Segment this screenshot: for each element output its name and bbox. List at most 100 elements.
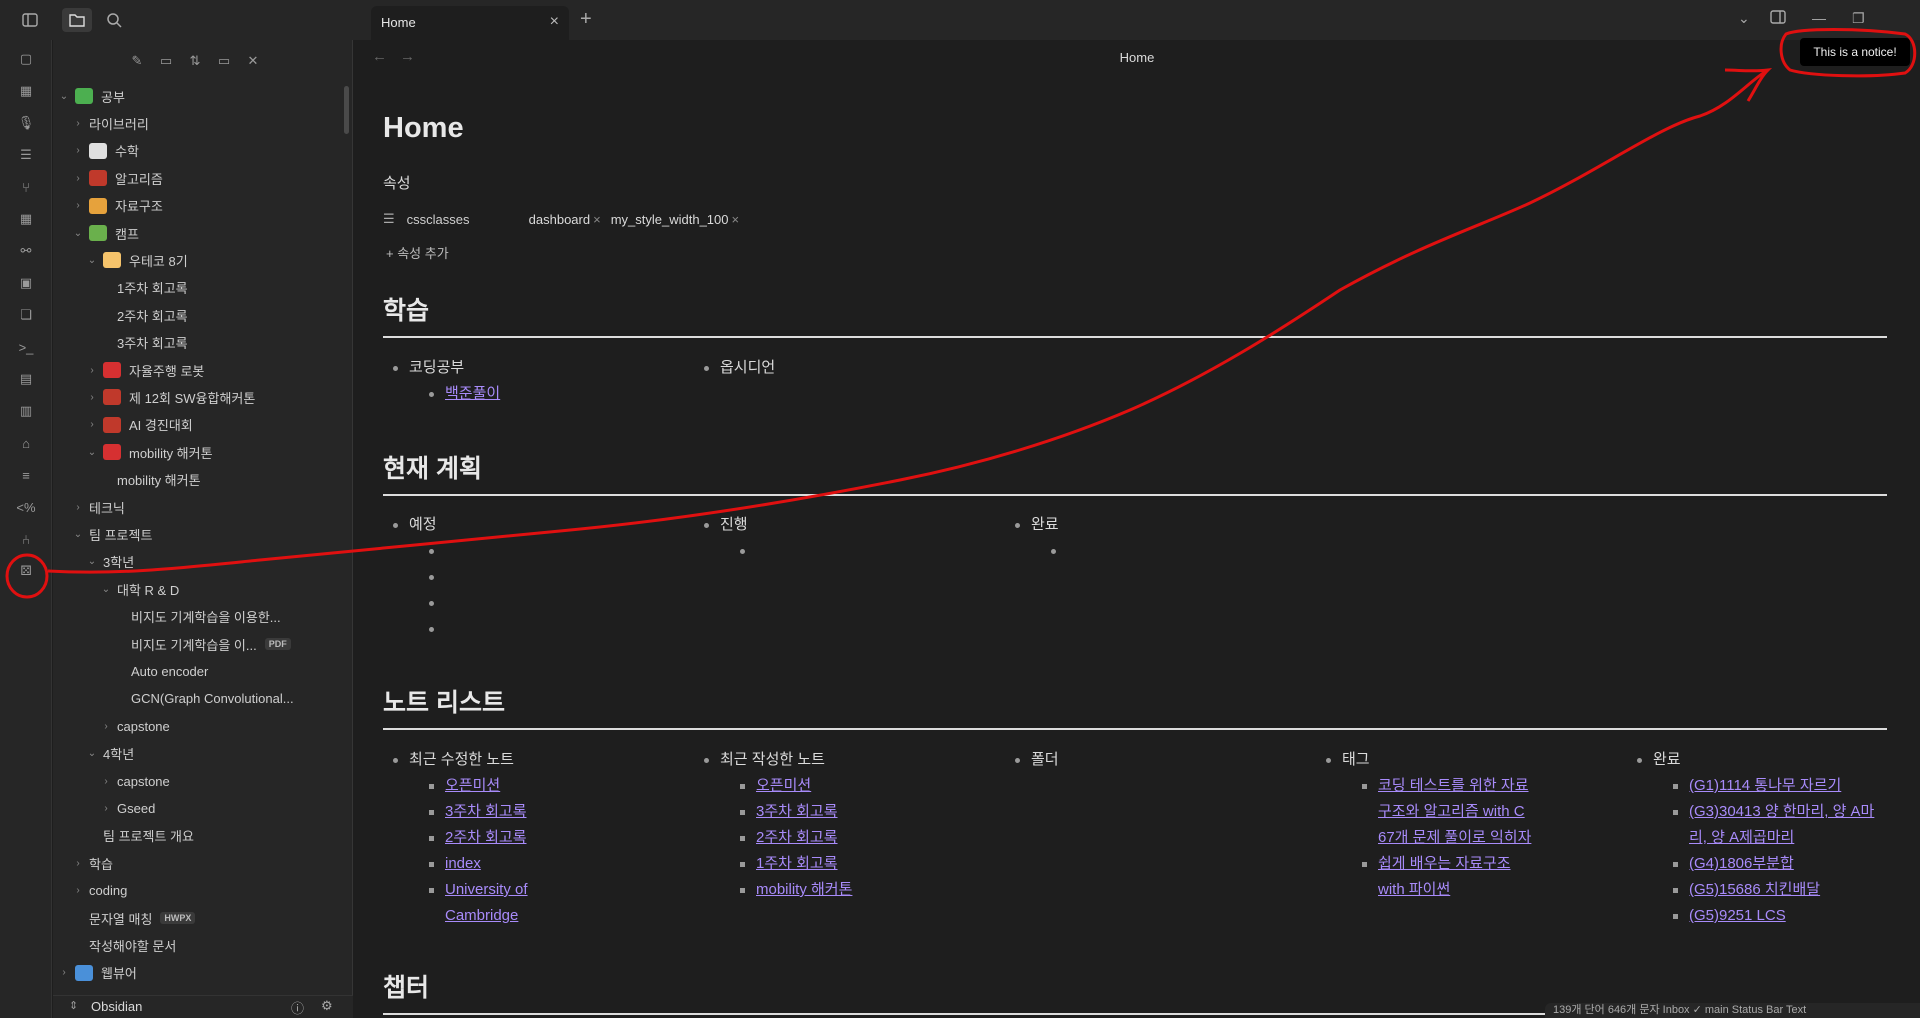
chevron-down-icon: ⌄ — [87, 254, 97, 266]
code-file-icon[interactable]: ▤ — [18, 371, 34, 387]
internal-link[interactable]: 오픈미션 — [756, 777, 811, 794]
folder-item[interactable]: › capstone — [99, 715, 169, 737]
outline-icon[interactable]: ≡ — [18, 467, 34, 483]
folder-item[interactable]: ⌄ 4학년 — [85, 743, 134, 765]
graph-icon[interactable]: ⚯ — [18, 243, 34, 259]
right-sidebar-toggle-icon[interactable] — [1770, 10, 1786, 27]
daily-calendar-icon[interactable]: ▦ — [18, 211, 34, 227]
folder-icon[interactable] — [62, 8, 92, 32]
collapse-icon[interactable]: ▭ — [215, 52, 233, 70]
notice-toast: This is a notice! — [1800, 38, 1910, 66]
file-item[interactable]: mobility 해커톤 — [117, 469, 201, 491]
folder-item[interactable]: › 자율주행 로봇 — [85, 359, 204, 381]
terminal-icon[interactable]: >_ — [18, 339, 34, 355]
tree-item-label: mobility 해커톤 — [129, 445, 213, 461]
folder-item[interactable]: › AI 경진대회 — [85, 414, 193, 436]
internal-link[interactable]: 2주차 회고록 — [445, 829, 527, 846]
home-icon[interactable]: ⌂ — [18, 435, 34, 451]
folder-item[interactable]: ⌄ 우테코 8기 — [85, 249, 188, 271]
calendar-icon[interactable]: ▦ — [18, 83, 34, 99]
file-item[interactable]: 3주차 회고록 — [117, 332, 188, 354]
table-icon[interactable]: ▥ — [18, 403, 34, 419]
internal-link[interactable]: mobility 해커톤 — [756, 881, 852, 898]
folder-item[interactable]: › capstone — [99, 770, 169, 792]
new-note-icon[interactable]: ▢ — [18, 51, 34, 67]
branch-icon[interactable]: ⑂ — [18, 179, 34, 195]
folder-item[interactable]: › 제 12회 SW융합해커톤 — [85, 386, 255, 408]
gear-icon[interactable]: ⚙ — [321, 998, 333, 1014]
grid-icon[interactable]: ▣ — [18, 275, 34, 291]
folder-item[interactable]: › 자료구조 — [71, 195, 163, 217]
file-item[interactable]: 2주차 회고록 — [117, 304, 188, 326]
file-item[interactable]: GCN(Graph Convolutional... — [131, 688, 294, 710]
checklist-icon[interactable]: ☰ — [18, 147, 34, 163]
folder-item[interactable]: › 테크닉 — [71, 496, 125, 518]
internal-link[interactable]: 오픈미션 — [445, 777, 500, 794]
internal-link[interactable]: (G5)9251 LCS — [1689, 907, 1786, 924]
tab-home[interactable]: Home × — [371, 6, 569, 40]
tree-item-label: Auto encoder — [131, 663, 209, 679]
file-item[interactable]: 팀 프로젝트 개요 — [103, 825, 194, 847]
file-item[interactable]: 비지도 기계학습을 이용한... — [131, 606, 281, 628]
internal-link[interactable]: 3주차 회고록 — [445, 803, 527, 820]
new-folder-icon[interactable]: ▭ — [157, 52, 175, 70]
sort-icon[interactable]: ⇅ — [186, 52, 204, 70]
folder-item[interactable]: › 알고리즘 — [71, 167, 163, 189]
folder-item[interactable]: ⌄ mobility 해커톤 — [85, 441, 213, 463]
help-icon[interactable]: ⓘ — [291, 998, 304, 1017]
expand-all-icon[interactable]: ✕ — [244, 52, 262, 70]
sidebar-scrollbar[interactable] — [344, 86, 349, 134]
chevron-right-icon: › — [90, 391, 94, 403]
folder-item[interactable]: › coding — [71, 880, 127, 902]
dice-icon[interactable]: ⚄ — [18, 563, 34, 579]
new-note-icon[interactable]: ✎ — [128, 52, 146, 70]
file-item[interactable]: 작성해야할 문서 — [89, 934, 176, 956]
file-type-badge: HWPX — [160, 912, 196, 924]
property-chip[interactable]: dashboard × — [529, 212, 601, 227]
folder-item[interactable]: › 라이브러리 — [71, 112, 148, 134]
folder-item[interactable]: ⌄ 3학년 — [85, 551, 134, 573]
folder-item[interactable]: › 학습 — [71, 852, 113, 874]
microphone-icon[interactable]: 🎙 — [18, 115, 35, 131]
sidebar-toggle-icon[interactable] — [18, 8, 42, 32]
cabinet-icon — [89, 197, 107, 214]
property-chip[interactable]: my_style_width_100 × — [611, 212, 739, 227]
vault-switcher[interactable]: ⇕ Obsidian ⓘ ⚙ — [53, 995, 353, 1018]
close-icon[interactable]: × — [550, 13, 559, 31]
folder-item[interactable]: › 웹뷰어 — [57, 962, 137, 984]
divider — [383, 494, 1887, 496]
file-item[interactable]: 비지도 기계학습을 이... PDF — [131, 633, 291, 655]
new-tab-icon[interactable]: + — [580, 9, 592, 29]
internal-link[interactable]: 1주차 회고록 — [756, 855, 838, 872]
file-item[interactable]: Auto encoder — [131, 660, 208, 682]
internal-link[interactable]: University of Cambridge — [445, 881, 528, 924]
folder-item[interactable]: › Gseed — [99, 797, 155, 819]
restore-icon[interactable]: ❐ — [1852, 10, 1865, 27]
chevron-down-icon[interactable]: ⌄ — [1738, 10, 1750, 27]
file-item[interactable]: 문자열 매칭 HWPX — [89, 907, 196, 929]
git-icon[interactable]: ⑃ — [18, 531, 34, 547]
internal-link[interactable]: 코딩 테스트를 위한 자료 구조와 알고리즘 with C 67개 문제 풀이로… — [1378, 777, 1531, 846]
file-item[interactable]: 1주차 회고록 — [117, 277, 188, 299]
search-icon[interactable] — [102, 8, 126, 32]
internal-link[interactable]: (G3)30413 양 한마리, 양 A마리, 양 A제곱마리 — [1689, 803, 1874, 846]
minimize-icon[interactable]: — — [1812, 10, 1826, 26]
templater-icon[interactable]: <% — [16, 499, 35, 515]
internal-link[interactable]: index — [445, 855, 481, 872]
internal-link[interactable]: (G5)15686 치킨배달 — [1689, 881, 1820, 898]
copy-icon[interactable]: ❏ — [18, 307, 34, 323]
chevron-down-icon: ⌄ — [73, 227, 83, 239]
internal-link[interactable]: 2주차 회고록 — [756, 829, 838, 846]
folder-item[interactable]: ⌄ 대학 R & D — [99, 578, 179, 600]
add-property-button[interactable]: + 속성 추가 — [386, 243, 449, 262]
internal-link[interactable]: (G1)1114 통나무 자르기 — [1689, 777, 1841, 794]
internal-link[interactable]: 쉽게 배우는 자료구조 with 파이썬 — [1378, 855, 1511, 898]
internal-link[interactable]: (G4)1806부분합 — [1689, 855, 1794, 872]
internal-link[interactable]: 백준풀이 — [445, 385, 500, 402]
folder-item[interactable]: ⌄ 팀 프로젝트 — [71, 523, 153, 545]
internal-link[interactable]: 3주차 회고록 — [756, 803, 838, 820]
property-key[interactable]: cssclasses — [407, 212, 529, 227]
folder-item[interactable]: › 수학 — [71, 140, 139, 162]
folder-item[interactable]: ⌄ 공부 — [57, 85, 125, 107]
folder-item[interactable]: ⌄ 캠프 — [71, 222, 139, 244]
